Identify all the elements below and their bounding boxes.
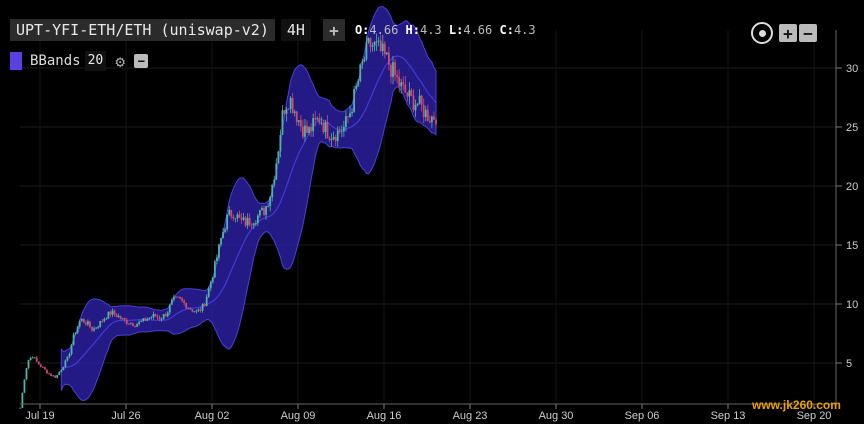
indicator-color-swatch (10, 52, 22, 70)
zoom-out-button[interactable]: − (799, 23, 817, 43)
indicator-period[interactable]: 20 (84, 51, 107, 71)
minus-icon: − (137, 54, 145, 68)
candle (170, 297, 173, 306)
y-tick-label: 10 (846, 299, 858, 311)
x-tick-label: Jul 19 (25, 410, 54, 422)
candle (359, 63, 362, 83)
y-tick-label: 15 (846, 240, 858, 252)
x-tick-label: Aug 16 (367, 410, 402, 422)
candle (21, 392, 24, 408)
y-tick-label: 20 (846, 181, 858, 193)
symbol-label[interactable]: UPT-YFI-ETH/ETH (uniswap-v2) (10, 19, 275, 41)
candle (54, 375, 57, 378)
ohlc-readout: O:4.66 H:4.3 L:4.66 C:4.3 (354, 23, 536, 37)
candle (353, 85, 356, 113)
candle (33, 356, 36, 359)
candle (31, 356, 34, 359)
x-tick-label: Aug 02 (195, 410, 230, 422)
candle (25, 367, 28, 381)
indicator-remove-button[interactable]: − (134, 54, 149, 68)
zoom-in-button[interactable]: + (779, 23, 797, 43)
candle (48, 372, 50, 375)
x-tick-label: Aug 09 (281, 410, 316, 422)
indicator-legend: BBands 20 ⚙ − (10, 51, 149, 71)
candle (213, 259, 216, 279)
candle (27, 359, 30, 370)
candle (287, 108, 290, 110)
y-tick-label: 30 (846, 63, 858, 75)
gear-icon: ⚙ (115, 51, 126, 71)
add-indicator-button[interactable]: + (322, 19, 345, 41)
candle (275, 158, 278, 181)
candle (107, 311, 110, 320)
x-axis: Jul 19 Jul 26 Aug 02 Aug 09 Aug 16 Aug 23 Aug … (25, 404, 831, 422)
x-tick-label: Aug 30 (539, 410, 574, 422)
y-tick-label: 25 (846, 122, 858, 134)
candle (72, 332, 75, 346)
plus-icon: + (783, 23, 793, 43)
minus-icon: − (803, 23, 813, 43)
candle (281, 105, 284, 135)
candle (50, 372, 52, 377)
candle (62, 366, 65, 371)
candle (41, 366, 44, 368)
interval-button[interactable]: 4H (280, 19, 311, 41)
candle (175, 296, 177, 298)
candle (226, 214, 229, 232)
target-icon (758, 29, 766, 37)
indicator-name: BBands (30, 53, 81, 69)
candle (56, 374, 59, 379)
candle (23, 379, 26, 394)
candle (52, 375, 55, 377)
candle (35, 355, 38, 363)
candle (29, 356, 32, 361)
candle (64, 359, 67, 368)
header-bar: UPT-YFI-ETH/ETH (uniswap-v2) 4H + O:4.66… (10, 19, 536, 41)
x-tick-label: Sep 06 (625, 410, 660, 422)
candle (44, 366, 46, 370)
chart-controls: + − (751, 22, 817, 44)
plus-icon: + (329, 20, 339, 40)
watermark: www.jk260.com (751, 398, 841, 412)
candle (37, 361, 40, 365)
candle (19, 407, 22, 409)
x-tick-label: Sep 13 (711, 410, 746, 422)
x-tick-label: Jul 26 (111, 410, 140, 422)
y-axis: 5 10 15 20 25 30 (836, 63, 858, 370)
y-tick-label: 5 (846, 358, 852, 370)
candle (58, 371, 61, 376)
candle (46, 369, 48, 375)
x-tick-label: Aug 23 (453, 410, 488, 422)
indicator-settings-button[interactable]: ⚙ (110, 51, 130, 71)
candle (277, 150, 280, 164)
crosshair-button[interactable] (751, 22, 773, 44)
candle (162, 314, 165, 320)
candle (99, 320, 102, 328)
candle (70, 344, 73, 356)
candle (154, 313, 157, 317)
